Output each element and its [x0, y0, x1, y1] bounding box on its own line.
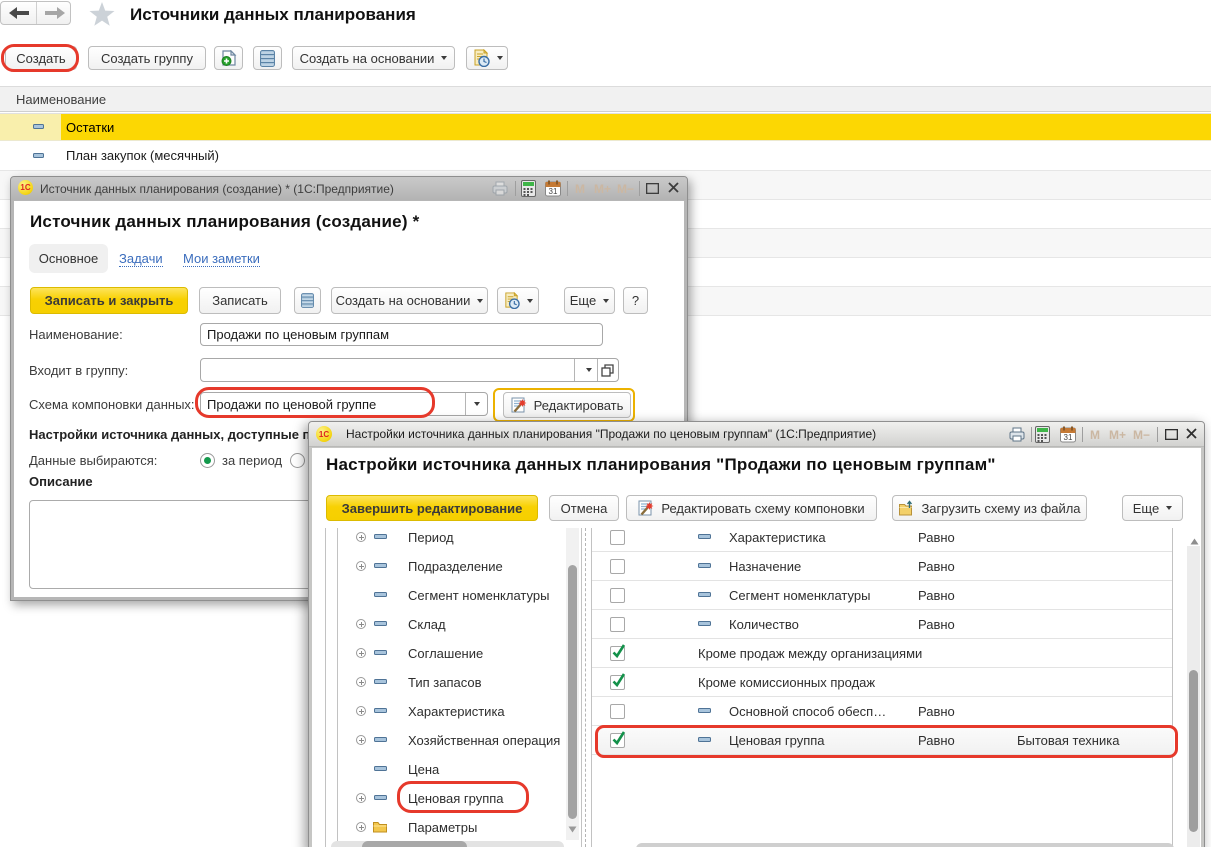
svg-text:31: 31 — [1064, 433, 1073, 442]
svg-text:31: 31 — [549, 187, 558, 196]
